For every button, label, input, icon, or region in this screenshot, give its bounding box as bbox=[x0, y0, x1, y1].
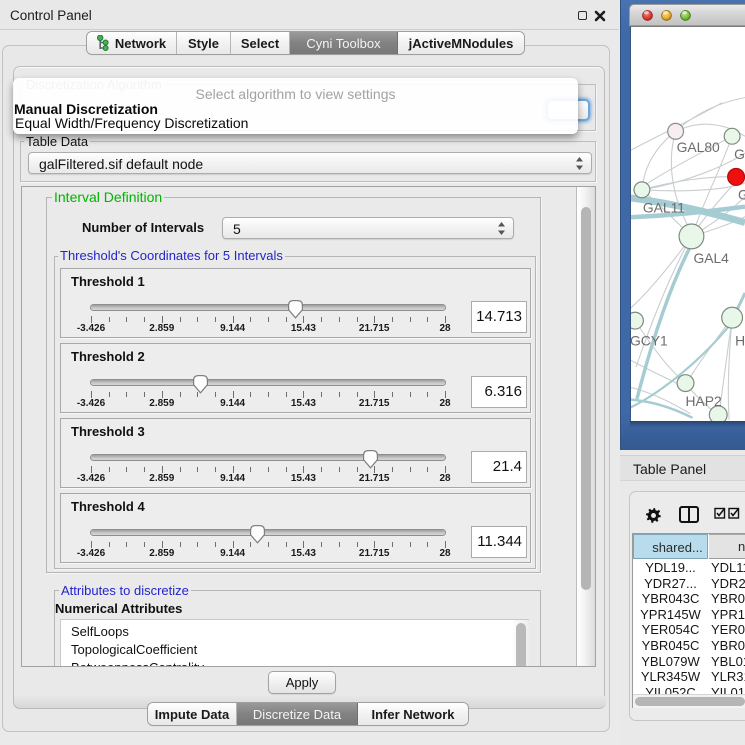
svg-text:HAP2: HAP2 bbox=[686, 393, 722, 409]
svg-text:HA: HA bbox=[735, 332, 745, 348]
svg-text:G: G bbox=[738, 187, 745, 203]
svg-text:GCY1: GCY1 bbox=[630, 332, 668, 348]
svg-text:GA: GA bbox=[734, 146, 745, 162]
svg-text:GAL80: GAL80 bbox=[677, 139, 720, 155]
svg-text:GAL11: GAL11 bbox=[643, 200, 685, 216]
svg-text:GAL4: GAL4 bbox=[693, 250, 729, 266]
